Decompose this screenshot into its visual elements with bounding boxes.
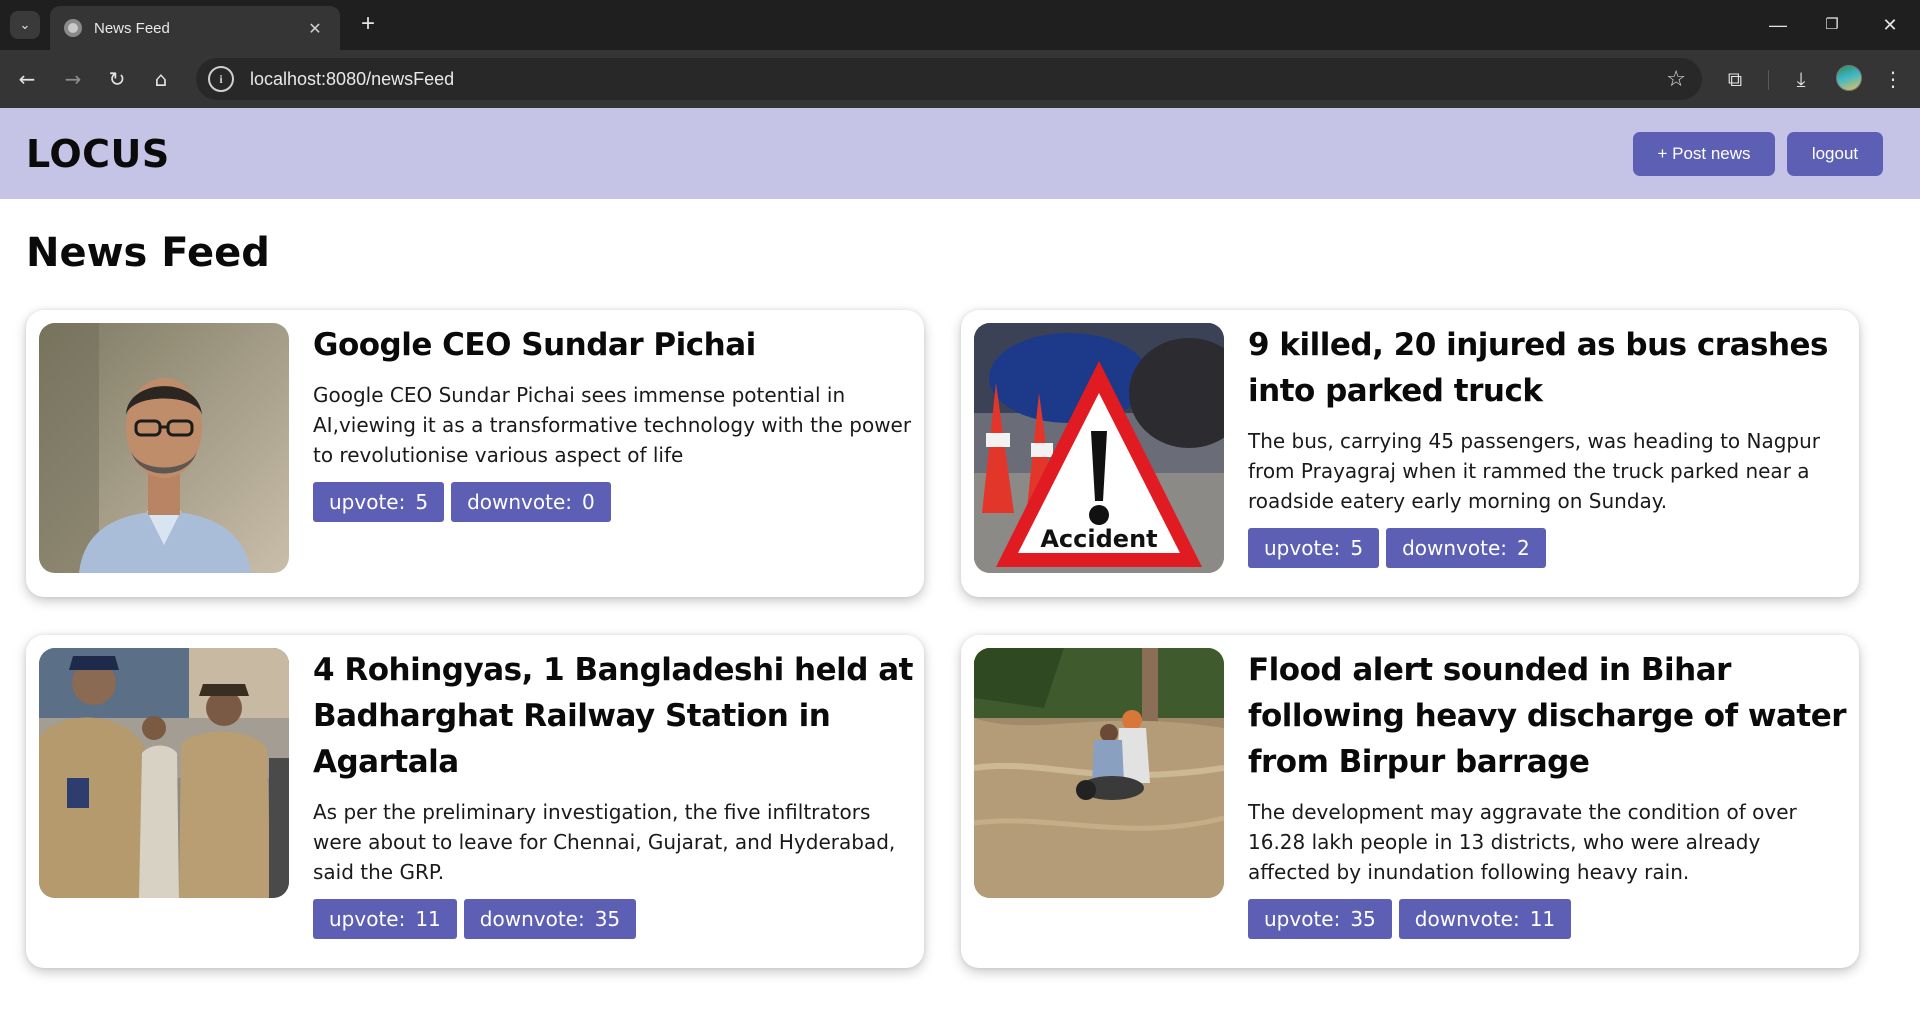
- news-title[interactable]: Flood alert sounded in Bihar following h…: [1248, 647, 1848, 785]
- new-tab-button[interactable]: +: [354, 11, 382, 39]
- news-description: The bus, carrying 45 passengers, was hea…: [1248, 429, 1821, 513]
- news-description: The development may aggravate the condit…: [1248, 800, 1797, 884]
- profile-avatar[interactable]: [1836, 65, 1862, 91]
- news-title[interactable]: 9 killed, 20 injured as bus crashes into…: [1248, 322, 1848, 414]
- news-title[interactable]: 4 Rohingyas, 1 Bangladeshi held at Badha…: [313, 647, 913, 785]
- downvote-label: downvote:: [1414, 907, 1520, 931]
- extensions-icon[interactable]: ⧉: [1718, 62, 1752, 96]
- upvote-count: 35: [1350, 907, 1376, 931]
- minimize-icon[interactable]: —: [1758, 8, 1798, 42]
- downvote-button[interactable]: downvote: 0: [451, 482, 611, 522]
- chevron-down-icon: ⌄: [19, 17, 31, 33]
- downvote-button[interactable]: downvote: 2: [1386, 528, 1546, 568]
- logout-button[interactable]: logout: [1787, 132, 1883, 176]
- browser-toolbar: ← → ↻ ⌂ i localhost:8080/newsFeed ☆ ⧉ ⤓ …: [0, 50, 1920, 108]
- vote-bar: upvote: 5 downvote: 0: [313, 482, 913, 522]
- site-info-icon[interactable]: i: [208, 66, 234, 92]
- downvote-label: downvote:: [479, 907, 585, 931]
- news-card: Google CEO Sundar Pichai Google CEO Sund…: [26, 310, 924, 597]
- news-card: Flood alert sounded in Bihar following h…: [961, 635, 1859, 968]
- upvote-button[interactable]: upvote: 11: [313, 899, 457, 939]
- upvote-button[interactable]: upvote: 35: [1248, 899, 1392, 939]
- restore-icon[interactable]: ❐: [1812, 8, 1852, 42]
- upvote-count: 5: [415, 490, 429, 514]
- upvote-label: upvote:: [329, 907, 406, 931]
- upvote-button[interactable]: upvote: 5: [1248, 528, 1380, 568]
- news-body: 4 Rohingyas, 1 Bangladeshi held at Badha…: [313, 647, 913, 939]
- news-image: [974, 648, 1224, 898]
- news-description: As per the preliminary investigation, th…: [313, 800, 896, 884]
- news-image: Accident: [974, 323, 1224, 573]
- vote-bar: upvote: 11 downvote: 35: [313, 899, 913, 939]
- news-body: Google CEO Sundar Pichai Google CEO Sund…: [313, 322, 913, 522]
- upvote-label: upvote:: [329, 490, 406, 514]
- downvote-count: 35: [594, 907, 621, 931]
- browser-tabstrip: ⌄ News Feed ✕ + — ❐ ✕: [0, 0, 1920, 50]
- url-text[interactable]: localhost:8080/newsFeed: [250, 69, 1666, 90]
- tab-search-button[interactable]: ⌄: [10, 11, 40, 39]
- post-news-button[interactable]: + Post news: [1633, 132, 1775, 176]
- reload-icon[interactable]: ↻: [100, 62, 134, 96]
- upvote-count: 5: [1350, 536, 1364, 560]
- bookmark-star-icon[interactable]: ☆: [1666, 67, 1686, 92]
- news-body: 9 killed, 20 injured as bus crashes into…: [1248, 322, 1848, 568]
- address-bar[interactable]: i localhost:8080/newsFeed ☆: [196, 58, 1702, 100]
- upvote-button[interactable]: upvote: 5: [313, 482, 445, 522]
- upvote-count: 11: [415, 907, 441, 931]
- news-body: Flood alert sounded in Bihar following h…: [1248, 647, 1848, 939]
- news-description: Google CEO Sundar Pichai sees immense po…: [313, 383, 912, 467]
- news-image: [39, 648, 289, 898]
- app-header: LOCUS + Post news logout: [0, 108, 1920, 199]
- download-icon[interactable]: ⤓: [1784, 62, 1818, 96]
- downvote-label: downvote:: [467, 490, 572, 514]
- downvote-count: 2: [1516, 536, 1530, 560]
- back-icon[interactable]: ←: [10, 62, 44, 96]
- close-icon[interactable]: ✕: [304, 19, 326, 38]
- vote-bar: upvote: 35 downvote: 11: [1248, 899, 1848, 939]
- globe-icon: [64, 19, 82, 37]
- toolbar-divider: [1768, 70, 1769, 90]
- upvote-label: upvote:: [1264, 907, 1341, 931]
- vote-bar: upvote: 5 downvote: 2: [1248, 528, 1848, 568]
- accident-sign-text: Accident: [1040, 525, 1157, 553]
- news-image: [39, 323, 289, 573]
- news-title[interactable]: Google CEO Sundar Pichai: [313, 322, 913, 368]
- window-close-icon[interactable]: ✕: [1870, 8, 1910, 42]
- news-card: Accident 9 killed, 20 injured as bus cra…: [961, 310, 1859, 597]
- tab-title: News Feed: [94, 19, 170, 37]
- downvote-button[interactable]: downvote: 35: [463, 899, 637, 939]
- page-title: News Feed: [26, 230, 270, 276]
- downvote-button[interactable]: downvote: 11: [1398, 899, 1572, 939]
- menu-kebab-icon[interactable]: ⋮: [1876, 62, 1910, 96]
- upvote-label: upvote:: [1264, 536, 1341, 560]
- downvote-label: downvote:: [1402, 536, 1507, 560]
- browser-tab[interactable]: News Feed ✕: [50, 6, 340, 50]
- home-icon[interactable]: ⌂: [144, 62, 178, 96]
- app-logo[interactable]: LOCUS: [26, 132, 170, 176]
- downvote-count: 0: [581, 490, 595, 514]
- downvote-count: 11: [1529, 907, 1556, 931]
- news-card: 4 Rohingyas, 1 Bangladeshi held at Badha…: [26, 635, 924, 968]
- forward-icon[interactable]: →: [56, 62, 90, 96]
